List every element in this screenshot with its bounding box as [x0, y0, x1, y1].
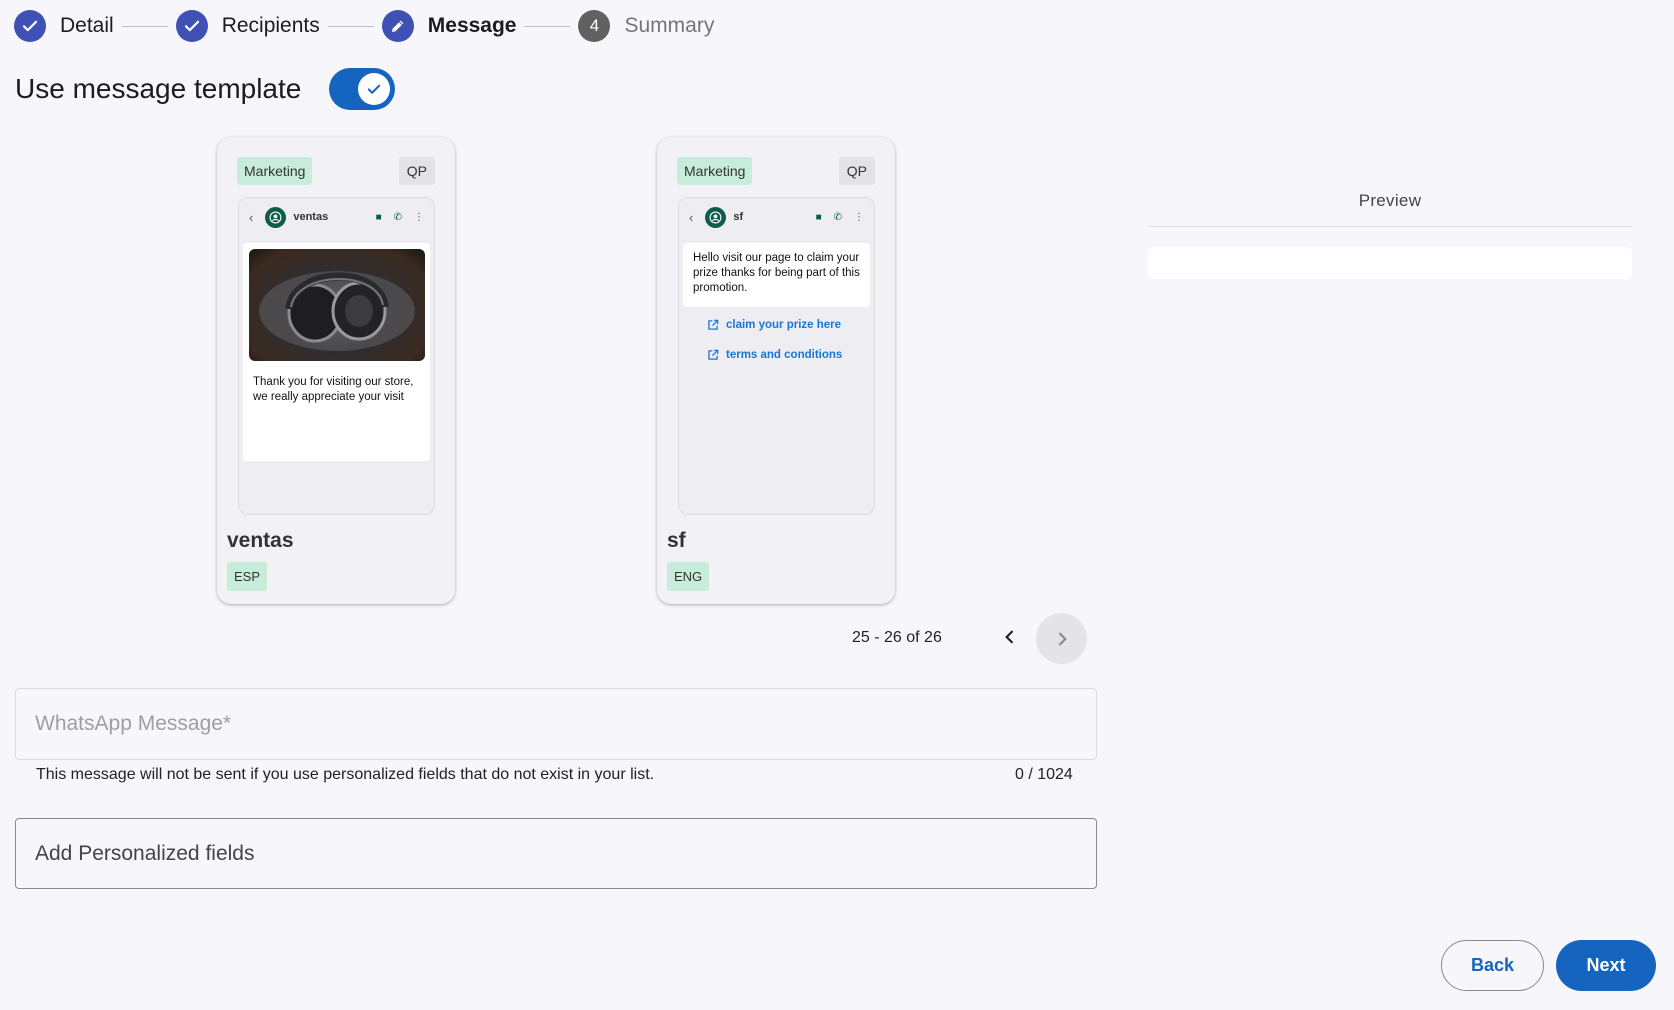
avatar-icon: [265, 206, 287, 228]
template-name: ventas: [227, 529, 294, 552]
step-summary[interactable]: 4 Summary: [578, 10, 714, 42]
message-body: Thank you for visiting our store, we rea…: [253, 376, 414, 403]
language-chip: ENG: [667, 562, 710, 591]
phone-icon: ✆: [393, 211, 402, 223]
stepper: Detail Recipients Message 4 Summary: [14, 10, 714, 42]
template-toggle-row: Use message template: [15, 68, 396, 110]
link-button[interactable]: terms and conditions: [706, 348, 842, 362]
video-icon: ■: [375, 211, 382, 223]
step-connector: [327, 25, 374, 27]
phone-icon: ✆: [833, 211, 842, 223]
message-body: Hello visit our page to claim your prize…: [693, 252, 860, 294]
step-recipients[interactable]: Recipients: [175, 10, 320, 42]
chevron-left-icon: [1005, 630, 1014, 644]
message-bubble: Thank you for visiting our store, we rea…: [243, 243, 430, 461]
template-name: sf: [667, 529, 686, 552]
video-icon: ■: [815, 211, 822, 223]
preview-content: [1148, 247, 1632, 279]
whatsapp-message-field[interactable]: WhatsApp Message*: [15, 688, 1097, 760]
step-label: Summary: [624, 14, 715, 37]
language-chip: ESP: [227, 562, 268, 591]
chat-contact-name: ventas: [293, 211, 329, 223]
more-vert-icon: ⋮: [414, 211, 424, 223]
step-connector: [524, 25, 571, 27]
template-toggle[interactable]: [329, 68, 396, 110]
chat-actions: ■ ✆ ⋮: [816, 212, 864, 223]
character-counter: 0 / 1024: [1015, 766, 1073, 783]
chat-contact-name: sf: [733, 211, 744, 223]
link-label: terms and conditions: [726, 349, 843, 361]
personalized-fields-select[interactable]: Add Personalized fields: [15, 818, 1097, 889]
check-icon: [175, 10, 208, 42]
step-connector: [121, 25, 168, 27]
category-chip: Marketing: [237, 157, 313, 185]
next-button[interactable]: Next: [1556, 940, 1656, 991]
category-chip: Marketing: [677, 157, 753, 185]
check-icon: [14, 10, 46, 42]
phone-preview: ‹ sf ■ ✆ ⋮ Hello visit our page to claim…: [678, 197, 875, 515]
step-message[interactable]: Message: [381, 10, 517, 42]
back-button[interactable]: Back: [1441, 940, 1544, 991]
pagination-range: 25 - 26 of 26: [852, 629, 942, 646]
pencil-icon: [381, 10, 414, 42]
template-card[interactable]: Marketing QP ‹ sf ■ ✆ ⋮ Hello visit our …: [657, 137, 895, 604]
step-label: Detail: [60, 14, 114, 37]
prev-page-button[interactable]: [998, 625, 1022, 649]
quality-badge: QP: [398, 157, 435, 185]
message-hint: This message will not be sent if you use…: [36, 766, 655, 783]
chat-header: ‹ ventas ■ ✆ ⋮: [239, 198, 434, 236]
check-icon: [358, 73, 391, 105]
chat-actions: ■ ✆ ⋮: [376, 212, 424, 223]
avatar-icon: [705, 206, 727, 228]
step-label: Recipients: [221, 14, 320, 37]
chevron-left-icon: ‹: [249, 209, 254, 225]
external-link-icon: [708, 319, 719, 330]
chevron-left-icon: ‹: [689, 209, 694, 225]
chevron-right-icon: [1058, 631, 1067, 646]
step-detail[interactable]: Detail: [14, 10, 114, 42]
headphones-image: [249, 249, 425, 361]
link-label: claim your prize here: [726, 319, 842, 331]
preview-title: Preview: [1358, 191, 1422, 210]
next-page-button[interactable]: [1036, 613, 1087, 664]
message-bubble: Hello visit our page to claim your prize…: [683, 243, 870, 307]
phone-preview: ‹ ventas ■ ✆ ⋮ Thank you for visiting ou…: [238, 197, 435, 515]
external-link-icon: [708, 349, 719, 360]
link-button[interactable]: claim your prize here: [706, 318, 841, 332]
preview-divider: [1148, 226, 1632, 227]
template-toggle-label: Use message template: [15, 73, 302, 104]
more-vert-icon: ⋮: [854, 211, 864, 223]
quality-badge: QP: [838, 157, 875, 185]
step-label: Message: [427, 14, 517, 37]
chat-header: ‹ sf ■ ✆ ⋮: [679, 198, 874, 236]
template-card[interactable]: Marketing QP ‹ ventas ■ ✆ ⋮ Thank you fo…: [217, 137, 455, 604]
step-number: 4: [578, 10, 611, 42]
